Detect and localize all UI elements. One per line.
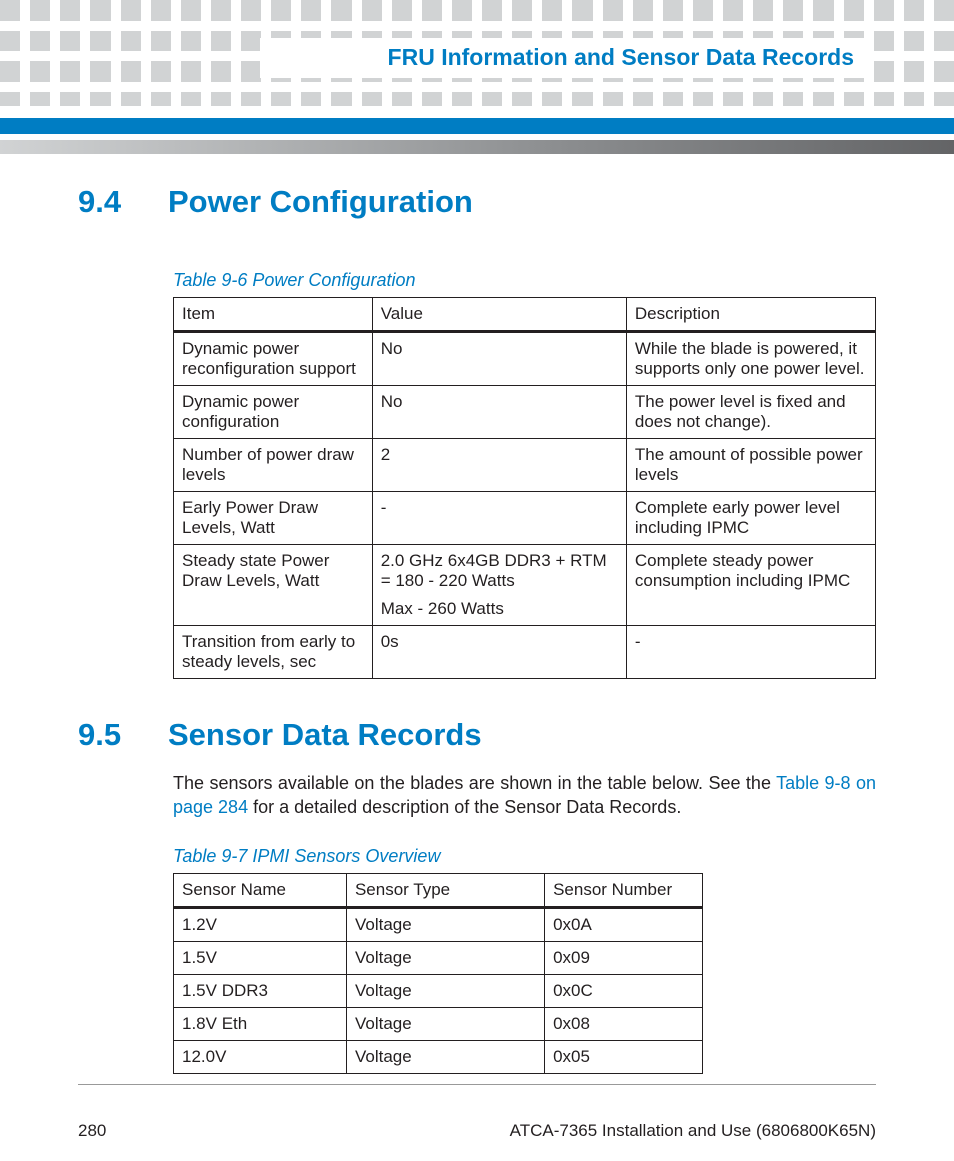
cell: Voltage [346, 1007, 544, 1040]
cell: 0x0A [545, 907, 703, 941]
table-row: 1.5V DDR3Voltage0x0C [174, 974, 703, 1007]
cell: Dynamic power reconfiguration support [174, 332, 373, 386]
col-description: Description [626, 298, 875, 332]
para-text-post: for a detailed description of the Sensor… [248, 797, 681, 817]
cell: Dynamic power configuration [174, 386, 373, 439]
col-item: Item [174, 298, 373, 332]
table-power-configuration: Item Value Description Dynamic power rec… [173, 297, 876, 679]
cell: Voltage [346, 1040, 544, 1073]
section-heading-power-config: 9.4 Power Configuration [78, 184, 876, 220]
page-footer: 280 ATCA-7365 Installation and Use (6806… [0, 1121, 954, 1141]
cell: 0x05 [545, 1040, 703, 1073]
cell: Voltage [346, 974, 544, 1007]
table-row: Dynamic power reconfiguration supportNoW… [174, 332, 876, 386]
table-caption-9-7: Table 9-7 IPMI Sensors Overview [173, 846, 876, 867]
col-sensor-type: Sensor Type [346, 873, 544, 907]
cell: Transition from early to steady levels, … [174, 626, 373, 679]
section-number: 9.4 [78, 184, 168, 220]
section-title: Sensor Data Records [168, 717, 876, 753]
cell: Early Power Draw Levels, Watt [174, 492, 373, 545]
cell: 12.0V [174, 1040, 347, 1073]
cell: Number of power draw levels [174, 439, 373, 492]
table-header-row: Sensor Name Sensor Type Sensor Number [174, 873, 703, 907]
table-ipmi-sensors: Sensor Name Sensor Type Sensor Number 1.… [173, 873, 703, 1074]
cell: - [626, 626, 875, 679]
table-row: Steady state Power Draw Levels, Watt2.0 … [174, 545, 876, 626]
footer-rule [78, 1084, 876, 1085]
section-title: Power Configuration [168, 184, 876, 220]
section-heading-sensor-data: 9.5 Sensor Data Records [78, 717, 876, 753]
cell: 0x0C [545, 974, 703, 1007]
table-header-row: Item Value Description [174, 298, 876, 332]
cell: 0x08 [545, 1007, 703, 1040]
para-text-pre: The sensors available on the blades are … [173, 773, 776, 793]
cell: Voltage [346, 941, 544, 974]
running-header-title: FRU Information and Sensor Data Records [40, 44, 854, 71]
cell: Voltage [346, 907, 544, 941]
cell: No [372, 386, 626, 439]
cell: 0x09 [545, 941, 703, 974]
cell: 0s [372, 626, 626, 679]
cell: 2.0 GHz 6x4GB DDR3 + RTM = 180 - 220 Wat… [372, 545, 626, 626]
col-sensor-number: Sensor Number [545, 873, 703, 907]
table-caption-9-6: Table 9-6 Power Configuration [173, 270, 876, 291]
table-row: 1.5VVoltage0x09 [174, 941, 703, 974]
page-header-decor: FRU Information and Sensor Data Records [0, 0, 954, 106]
header-gradient-rule [0, 140, 954, 154]
section-intro-paragraph: The sensors available on the blades are … [173, 771, 876, 820]
table-row: 12.0VVoltage0x05 [174, 1040, 703, 1073]
document-id: ATCA-7365 Installation and Use (6806800K… [510, 1121, 876, 1141]
cell: The power level is fixed and does not ch… [626, 386, 875, 439]
col-value: Value [372, 298, 626, 332]
cell: 1.2V [174, 907, 347, 941]
cell: 2 [372, 439, 626, 492]
page-number: 280 [78, 1121, 106, 1141]
cell: Complete early power level including IPM… [626, 492, 875, 545]
cell: - [372, 492, 626, 545]
cell: While the blade is powered, it supports … [626, 332, 875, 386]
table-row: Number of power draw levels2The amount o… [174, 439, 876, 492]
page-content: 9.4 Power Configuration Table 9-6 Power … [0, 154, 954, 1074]
col-sensor-name: Sensor Name [174, 873, 347, 907]
cell: No [372, 332, 626, 386]
table-row: Dynamic power configurationNoThe power l… [174, 386, 876, 439]
page: FRU Information and Sensor Data Records … [0, 0, 954, 1161]
cell: The amount of possible power levels [626, 439, 875, 492]
cell: Steady state Power Draw Levels, Watt [174, 545, 373, 626]
cell: 1.5V [174, 941, 347, 974]
table-row: Transition from early to steady levels, … [174, 626, 876, 679]
table-row: 1.8V EthVoltage0x08 [174, 1007, 703, 1040]
table-row: Early Power Draw Levels, Watt-Complete e… [174, 492, 876, 545]
header-blue-rule [0, 118, 954, 134]
cell: Complete steady power consumption includ… [626, 545, 875, 626]
table-row: 1.2VVoltage0x0A [174, 907, 703, 941]
cell: 1.8V Eth [174, 1007, 347, 1040]
section-number: 9.5 [78, 717, 168, 753]
cell: 1.5V DDR3 [174, 974, 347, 1007]
